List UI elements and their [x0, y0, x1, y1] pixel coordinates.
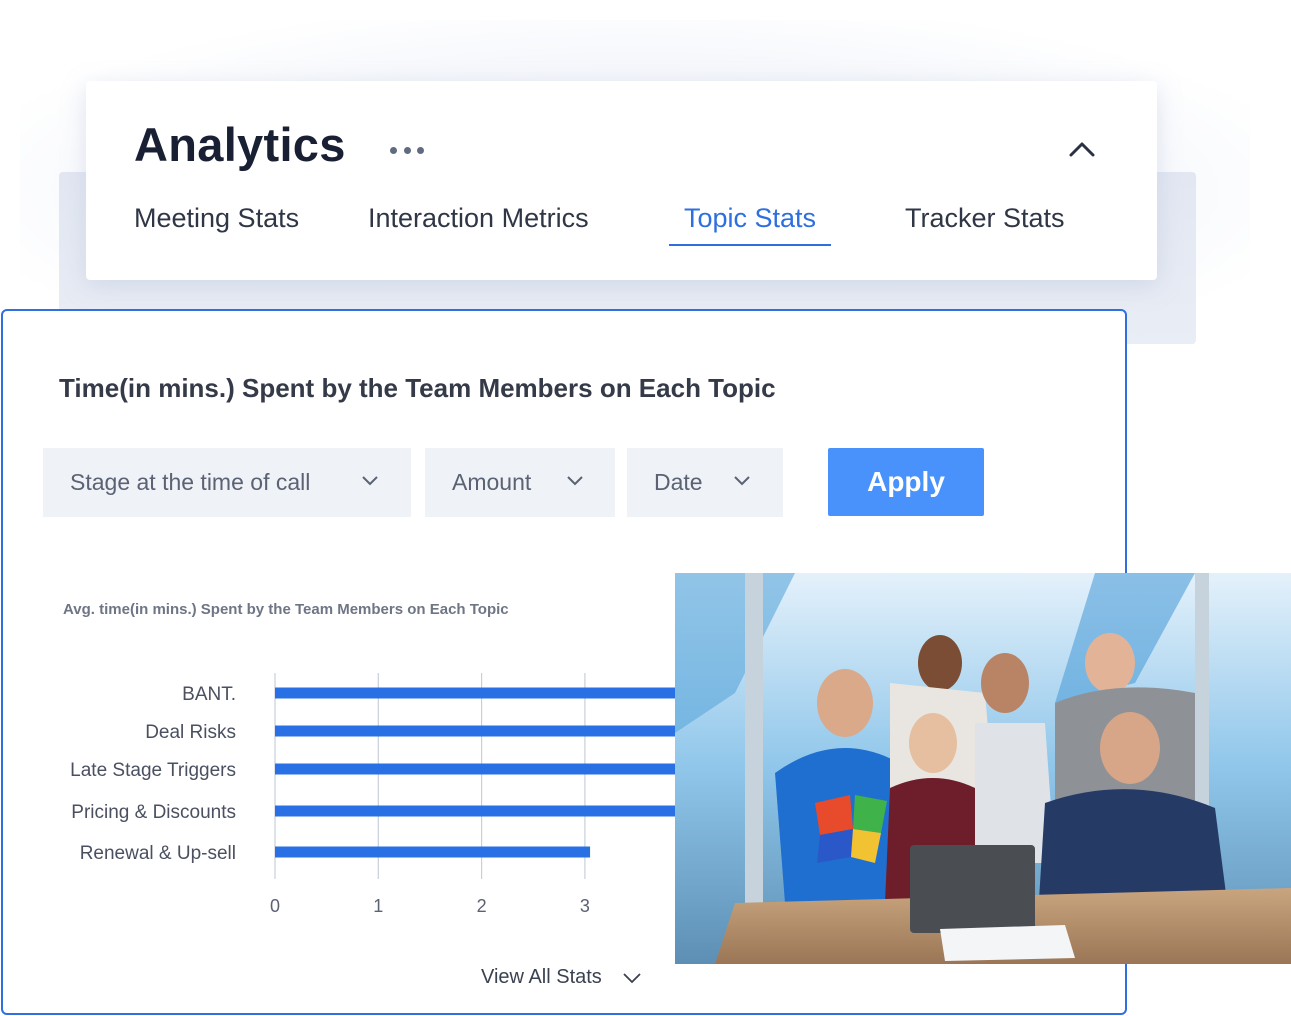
x-tick-label: 0 — [270, 896, 280, 916]
x-tick-label: 3 — [580, 896, 590, 916]
tab-interaction-metrics[interactable]: Interaction Metrics — [368, 203, 589, 246]
tab-label: Topic Stats — [684, 203, 817, 233]
page-title: Analytics — [134, 118, 346, 171]
bar[interactable] — [275, 725, 689, 737]
category-label: Late Stage Triggers — [70, 760, 236, 781]
photo-illustration — [675, 573, 1291, 964]
view-all-label: View All Stats — [481, 966, 602, 988]
bar[interactable] — [275, 763, 689, 775]
tab-bar: Meeting Stats Interaction Metrics Topic … — [134, 203, 1114, 255]
x-tick-label: 2 — [477, 896, 487, 916]
bar[interactable] — [275, 846, 591, 858]
category-label: Pricing & Discounts — [71, 802, 236, 823]
tab-tracker-stats[interactable]: Tracker Stats — [905, 203, 1065, 246]
dot — [390, 146, 397, 154]
more-horizontal-icon[interactable] — [390, 146, 424, 154]
tab-meeting-stats[interactable]: Meeting Stats — [134, 203, 299, 246]
category-label: Renewal & Up-sell — [80, 843, 236, 864]
x-axis-ticks: 0 1 2 3 — [270, 896, 590, 916]
category-label: Deal Risks — [145, 722, 236, 743]
dot — [403, 146, 411, 154]
chevron-up-icon[interactable] — [1068, 139, 1096, 159]
bar[interactable] — [275, 687, 689, 699]
team-celebration-photo — [675, 573, 1291, 964]
tab-label: Meeting Stats — [134, 203, 300, 233]
chevron-down-icon — [623, 972, 641, 983]
bar[interactable] — [275, 805, 689, 817]
tab-label: Interaction Metrics — [368, 203, 589, 233]
view-all-stats-link[interactable]: View All Stats — [481, 966, 642, 989]
analytics-header-card: Analytics Meeting Stats Interaction Metr… — [86, 81, 1157, 280]
tab-label: Tracker Stats — [905, 203, 1065, 233]
x-tick-label: 1 — [373, 896, 383, 916]
dot — [417, 146, 424, 154]
tab-topic-stats[interactable]: Topic Stats — [668, 203, 832, 246]
category-label: BANT. — [182, 684, 236, 705]
category-labels: BANT. Deal Risks Late Stage Triggers Pricin… — [70, 684, 236, 864]
